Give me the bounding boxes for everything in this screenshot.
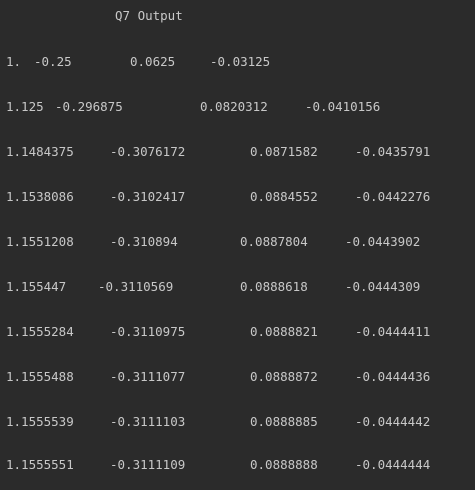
output-value: -0.3111103 <box>110 414 186 429</box>
output-value: 1. <box>6 54 22 69</box>
output-value: -0.0444436 <box>355 369 431 384</box>
output-value: 1.1538086 <box>6 189 74 204</box>
output-value: -0.0444309 <box>345 279 421 294</box>
output-title: Q7 Output <box>115 8 183 23</box>
output-row: 1.1555539 -0.3111103 0.0888885 -0.044444… <box>0 415 475 429</box>
output-value: -0.3110569 <box>98 279 174 294</box>
output-row: 1.1551208 -0.310894 0.0887804 -0.0443902 <box>0 235 475 249</box>
output-value: -0.25 <box>34 54 72 69</box>
output-value: -0.0444444 <box>355 457 431 472</box>
output-value: 0.0888821 <box>250 324 318 339</box>
output-value: -0.0444442 <box>355 414 431 429</box>
output-row: 1.1555284 -0.3110975 0.0888821 -0.044441… <box>0 325 475 339</box>
console-output-panel: Q7 Output 1. -0.25 0.0625 -0.03125 1.125… <box>0 0 475 490</box>
output-value: 0.0871582 <box>250 144 318 159</box>
output-value: 0.0888618 <box>240 279 308 294</box>
output-value: 0.0820312 <box>200 99 268 114</box>
output-value: -0.0443902 <box>345 234 421 249</box>
output-value: -0.3111109 <box>110 457 186 472</box>
output-value: 0.0625 <box>130 54 176 69</box>
output-value: -0.0442276 <box>355 189 431 204</box>
output-value: 0.0888872 <box>250 369 318 384</box>
output-value: 1.1555284 <box>6 324 74 339</box>
output-row: 1.1555551 -0.3111109 0.0888888 -0.044444… <box>0 458 475 472</box>
output-value: 1.1551208 <box>6 234 74 249</box>
output-row: 1.1555488 -0.3111077 0.0888872 -0.044443… <box>0 370 475 384</box>
output-value: 0.0888885 <box>250 414 318 429</box>
output-value: -0.3111077 <box>110 369 186 384</box>
output-value: -0.0435791 <box>355 144 431 159</box>
output-value: 1.1484375 <box>6 144 74 159</box>
output-value: 1.1555488 <box>6 369 74 384</box>
output-value: -0.0410156 <box>305 99 381 114</box>
output-value: 0.0884552 <box>250 189 318 204</box>
output-row: 1.1484375 -0.3076172 0.0871582 -0.043579… <box>0 145 475 159</box>
output-row: 1. -0.25 0.0625 -0.03125 <box>0 55 475 69</box>
output-value: 1.125 <box>6 99 44 114</box>
output-value: -0.0444411 <box>355 324 431 339</box>
output-row: 1.125 -0.296875 0.0820312 -0.0410156 <box>0 100 475 114</box>
output-row: 1.155447 -0.3110569 0.0888618 -0.0444309 <box>0 280 475 294</box>
output-value: 0.0887804 <box>240 234 308 249</box>
output-value: 0.0888888 <box>250 457 318 472</box>
output-value: -0.3110975 <box>110 324 186 339</box>
output-value: 1.155447 <box>6 279 67 294</box>
output-value: -0.310894 <box>110 234 178 249</box>
output-value: 1.1555539 <box>6 414 74 429</box>
output-row: 1.1538086 -0.3102417 0.0884552 -0.044227… <box>0 190 475 204</box>
output-value: -0.296875 <box>55 99 123 114</box>
output-value: 1.1555551 <box>6 457 74 472</box>
output-value: -0.03125 <box>210 54 271 69</box>
output-value: -0.3076172 <box>110 144 186 159</box>
output-value: -0.3102417 <box>110 189 186 204</box>
